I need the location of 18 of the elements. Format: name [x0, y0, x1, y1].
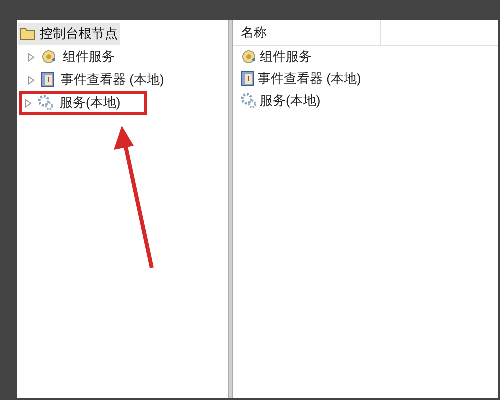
tree-root-item[interactable]: 控制台根节点 — [18, 23, 120, 45]
list-item[interactable]: 组件服务 — [233, 46, 498, 68]
expand-arrow-icon[interactable] — [28, 52, 35, 62]
tree-item[interactable]: 事件查看器 (本地) — [25, 68, 174, 92]
tree-item[interactable]: 服务(本地) — [19, 91, 147, 115]
book-icon — [41, 72, 55, 88]
tree-item[interactable]: 组件服务 — [25, 45, 125, 69]
folder-icon — [20, 27, 36, 41]
gear-icon — [241, 49, 257, 65]
expand-arrow-icon[interactable] — [25, 98, 32, 108]
expand-arrow-icon[interactable] — [28, 76, 35, 84]
gears-icon — [38, 95, 54, 111]
gear-icon — [41, 49, 57, 65]
book-icon — [241, 71, 255, 87]
list-item[interactable]: 服务(本地) — [233, 90, 498, 112]
gears-icon — [241, 93, 257, 109]
list-item[interactable]: 事件查看器 (本地) — [233, 68, 498, 90]
column-header[interactable]: 名称 — [233, 20, 381, 45]
